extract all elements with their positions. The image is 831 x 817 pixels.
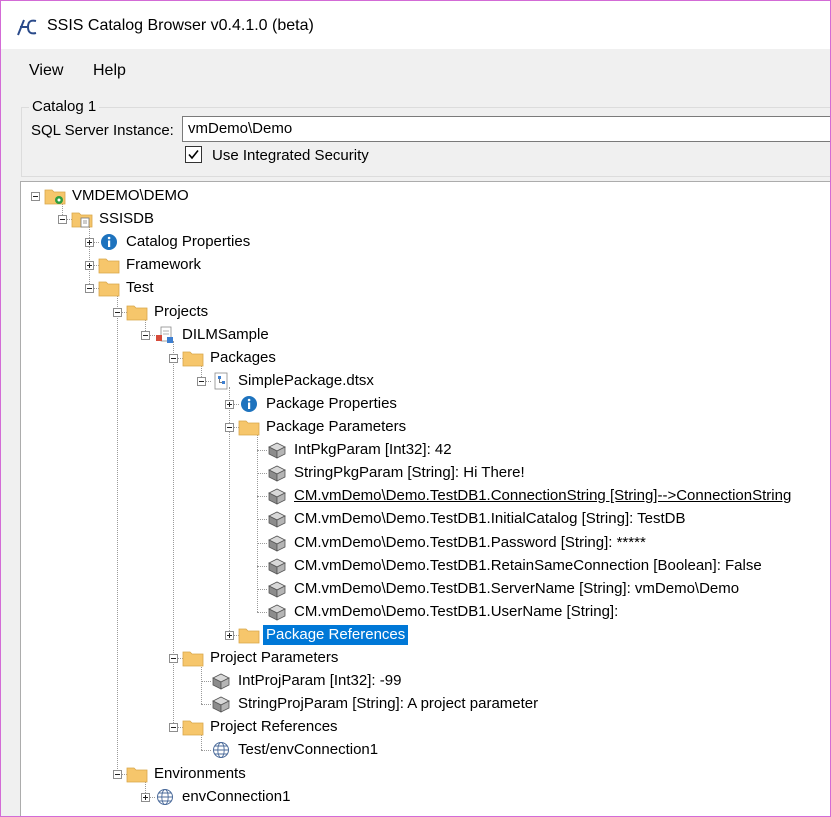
parameter-icon	[210, 695, 232, 713]
parameter-icon	[210, 672, 232, 690]
tree-collapse-button[interactable]	[169, 723, 178, 733]
tree-node-label[interactable]: Packages	[210, 348, 276, 368]
tree-node-label[interactable]: Test/envConnection1	[238, 740, 378, 760]
tree-collapse-button[interactable]	[85, 284, 94, 294]
folder-icon	[182, 718, 204, 736]
tree-node-label[interactable]: DILMSample	[182, 325, 269, 345]
tree-guide-vertical	[117, 294, 118, 774]
tree-node-label[interactable]: Environments	[154, 764, 246, 784]
tree-expand-button[interactable]	[85, 238, 94, 248]
sql-instance-label: SQL Server Instance:	[31, 122, 174, 139]
menu-view[interactable]: View	[29, 62, 63, 80]
sql-instance-input[interactable]: vmDemo\Demo	[182, 116, 830, 142]
tree-expand-button[interactable]	[85, 261, 94, 271]
tree-node-label[interactable]: CM.vmDemo\Demo.TestDB1.InitialCatalog [S…	[294, 509, 686, 529]
parameter-icon	[266, 534, 288, 552]
package-icon	[210, 372, 232, 390]
tree-node-label[interactable]: Project Parameters	[210, 648, 338, 668]
folder-icon	[238, 418, 260, 436]
tree-guide-vertical	[173, 340, 174, 728]
tree-node-label[interactable]: Package Parameters	[266, 417, 406, 437]
tree-node-label[interactable]: SimplePackage.dtsx	[238, 371, 374, 391]
tree-guide-vertical	[257, 433, 258, 612]
tree-node-label[interactable]: Project References	[210, 717, 338, 737]
tree-node-label[interactable]: Package Properties	[266, 394, 397, 414]
server-icon	[44, 187, 66, 205]
tree-node-label[interactable]: VMDEMO\DEMO	[72, 186, 189, 206]
tree-guide-vertical	[201, 664, 202, 705]
catalog-group-label: Catalog 1	[29, 98, 100, 115]
tree-collapse-button[interactable]	[113, 307, 122, 317]
parameter-icon	[266, 510, 288, 529]
tree-node-label[interactable]: Test	[126, 278, 154, 298]
folder-icon	[126, 765, 148, 783]
parameter-icon	[266, 464, 288, 482]
tree-collapse-button[interactable]	[225, 423, 234, 432]
folder-icon	[182, 349, 204, 367]
app-logo-icon	[17, 19, 37, 36]
database-icon	[71, 210, 93, 228]
title-bar[interactable]: SSIS Catalog Browser v0.4.1.0 (beta)	[1, 1, 830, 49]
menu-help[interactable]: Help	[93, 62, 126, 80]
integrated-security-checkbox[interactable]	[185, 146, 202, 163]
window-title: SSIS Catalog Browser v0.4.1.0 (beta)	[47, 17, 314, 34]
globe-icon	[154, 788, 176, 806]
integrated-security-label: Use Integrated Security	[212, 147, 369, 164]
parameter-icon	[266, 487, 288, 505]
folder-icon	[182, 649, 204, 667]
folder-icon	[126, 303, 148, 321]
tree-node-label[interactable]: CM.vmDemo\Demo.TestDB1.ServerName [Strin…	[294, 579, 739, 599]
tree-collapse-button[interactable]	[31, 192, 40, 201]
tree-node-label[interactable]: Projects	[154, 302, 208, 322]
tree-node-label[interactable]: Catalog Properties	[126, 232, 250, 252]
checkmark-icon	[188, 150, 199, 160]
tree-node-label[interactable]: StringPkgParam [String]: Hi There!	[294, 463, 525, 483]
app-window: SSIS Catalog Browser v0.4.1.0 (beta) Vie…	[0, 0, 831, 817]
parameter-icon	[266, 557, 288, 575]
tree-node-label[interactable]: IntPkgParam [Int32]: 42	[294, 440, 452, 460]
tree-node-label[interactable]: CM.vmDemo\Demo.TestDB1.RetainSameConnect…	[294, 556, 762, 576]
tree-collapse-button[interactable]	[169, 353, 178, 363]
tree-collapse-button[interactable]	[141, 330, 150, 340]
tree-expand-button[interactable]	[225, 399, 234, 409]
parameter-icon	[266, 603, 288, 621]
parameter-icon	[266, 580, 288, 598]
tree-node-label[interactable]: IntProjParam [Int32]: -99	[238, 671, 401, 691]
tree-collapse-button[interactable]	[197, 376, 206, 386]
parameter-icon	[266, 441, 288, 459]
folder-icon	[98, 256, 120, 274]
globe-icon	[210, 741, 232, 759]
info-icon	[98, 233, 120, 251]
tree-collapse-button[interactable]	[169, 654, 178, 663]
tree-node-label[interactable]: CM.vmDemo\Demo.TestDB1.ConnectionString …	[294, 486, 791, 506]
folder-icon	[238, 626, 260, 644]
tree-expand-button[interactable]	[225, 630, 234, 640]
tree-node-label[interactable]: envConnection1	[182, 787, 290, 807]
tree-node-label[interactable]: CM.vmDemo\Demo.TestDB1.Password [String]…	[294, 533, 646, 553]
catalog-tree[interactable]: VMDEMO\DEMO SSISDB Catalog Properties Frame…	[20, 181, 830, 816]
tree-node-label[interactable]: Package References	[263, 624, 409, 645]
tree-expand-button[interactable]	[141, 792, 150, 802]
folder-icon	[98, 279, 120, 297]
tree-guide-vertical	[89, 225, 90, 289]
tree-node-label[interactable]: Framework	[126, 255, 201, 275]
tree-collapse-button[interactable]	[58, 215, 67, 225]
tree-node-label[interactable]: StringProjParam [String]: A project para…	[238, 694, 538, 714]
info-icon	[238, 395, 260, 413]
project-icon	[154, 326, 176, 344]
tree-collapse-button[interactable]	[113, 769, 122, 779]
tree-node-label[interactable]: SSISDB	[99, 209, 154, 229]
tree-node-label[interactable]: CM.vmDemo\Demo.TestDB1.UserName [String]…	[294, 602, 618, 622]
